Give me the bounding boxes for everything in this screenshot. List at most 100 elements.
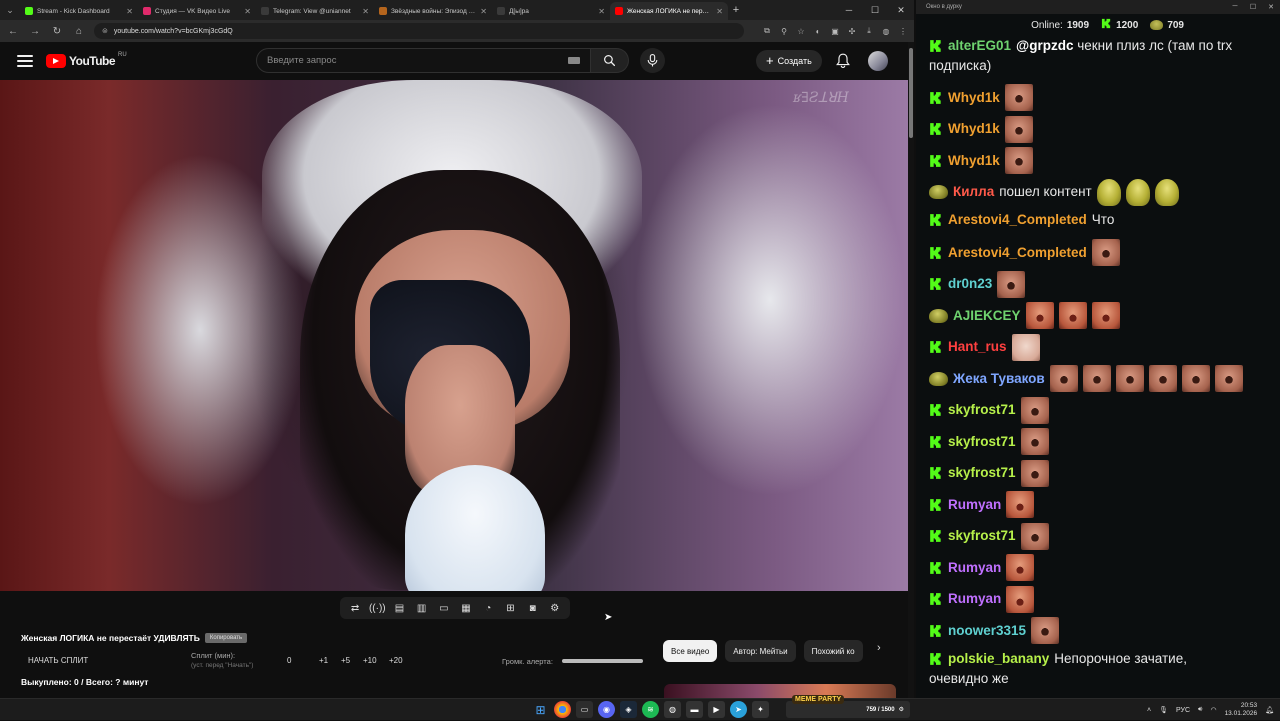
speed-icon[interactable]: ◔ — [481, 601, 495, 615]
notification-bell-icon[interactable]: 🔔︎ — [1265, 706, 1274, 714]
steam-app-icon[interactable]: ◈ — [620, 701, 637, 718]
clapperboard-icon[interactable]: ▥ — [415, 601, 429, 615]
chat-username[interactable]: Arestovi4_Completed — [948, 210, 1087, 230]
tab-search-icon[interactable]: ⌄ — [0, 0, 20, 20]
add-frame-icon[interactable]: ⊞ — [503, 601, 517, 615]
youtube-logo[interactable]: YouTube RU — [46, 52, 127, 68]
split-add-10-button[interactable]: +10 — [363, 656, 377, 665]
browser-tab[interactable]: Д[ы]ра ✕ — [492, 2, 610, 20]
back-icon[interactable]: ← — [6, 24, 20, 38]
account-avatar[interactable] — [868, 51, 888, 71]
search-button[interactable] — [591, 48, 629, 73]
menu-dots-icon[interactable]: ⋮ — [898, 26, 908, 36]
site-info-icon[interactable]: ⊜ — [102, 27, 108, 35]
zoom-icon[interactable]: ⚲ — [779, 26, 789, 36]
settings-icon[interactable]: ⚙ — [899, 706, 904, 713]
split-add-5-button[interactable]: +5 — [341, 656, 350, 665]
tab-close-icon[interactable]: ✕ — [598, 7, 605, 16]
loop-icon[interactable]: ⇄ — [348, 601, 362, 615]
volume-icon[interactable]: 🔊︎ — [1198, 706, 1202, 714]
chat-username[interactable]: dr0n23 — [948, 274, 992, 294]
tab-close-icon[interactable]: ✕ — [362, 7, 369, 16]
search-input[interactable]: Введите запрос — [256, 48, 591, 73]
chat-username[interactable]: AJIEKCEY — [953, 306, 1021, 326]
create-button[interactable]: + Создать — [756, 50, 822, 72]
maximize-icon[interactable]: ☐ — [862, 0, 888, 20]
browser-tab[interactable]: Звёздные войны: Эпизод 5 – ✕ — [374, 2, 492, 20]
obs-app-icon[interactable]: ◍ — [664, 701, 681, 718]
forward-icon[interactable]: → — [28, 24, 42, 38]
meme-party-widget[interactable]: MEME PARTY 759 / 1500 ⚙ — [786, 695, 910, 718]
page-scrollbar[interactable] — [908, 42, 914, 698]
chat-username[interactable]: noower3315 — [948, 621, 1026, 641]
chat-mention[interactable]: @grpzdc — [1016, 38, 1073, 53]
url-field[interactable]: ⊜ youtube.com/watch?v=bcGKmj3cGdQ — [94, 23, 744, 39]
app-icon[interactable]: ▬ — [686, 701, 703, 718]
tab-close-icon[interactable]: ✕ — [480, 7, 487, 16]
chip-author[interactable]: Автор: Мейтьи — [725, 640, 796, 662]
menu-hamburger-icon[interactable] — [17, 55, 33, 67]
reload-icon[interactable]: ↻ — [50, 24, 64, 38]
watch-later-icon[interactable]: ▤ — [392, 601, 406, 615]
chat-username[interactable]: Whyd1k — [948, 119, 1000, 139]
theater-mode-icon[interactable]: ▦ — [459, 601, 473, 615]
browser-tab[interactable]: Студия — VK Видео Live ✕ — [138, 2, 256, 20]
chat-username[interactable]: alterEG01 — [948, 36, 1011, 56]
chat-minimize-icon[interactable]: ─ — [1226, 3, 1244, 11]
new-tab-button[interactable]: + — [728, 4, 744, 16]
chat-username[interactable]: Whyd1k — [948, 151, 1000, 171]
extension-icon[interactable]: ◐ — [813, 26, 823, 36]
scrollbar-thumb[interactable] — [909, 48, 913, 138]
notifications-button[interactable] — [834, 51, 852, 69]
picture-in-picture-icon[interactable]: ▭ — [437, 601, 451, 615]
wifi-icon[interactable]: ◠ — [1210, 706, 1216, 714]
discord-app-icon[interactable]: ◉ — [598, 701, 615, 718]
mic-tray-icon[interactable]: 🎙︎ — [1159, 706, 1168, 714]
alert-volume-slider[interactable] — [562, 659, 643, 663]
chat-username[interactable]: Arestovi4_Completed — [948, 243, 1087, 263]
chat-username[interactable]: Rumyan — [948, 495, 1001, 515]
chat-username[interactable]: skyfrost71 — [948, 463, 1016, 483]
chat-maximize-icon[interactable]: ☐ — [1244, 3, 1262, 11]
chips-next-chevron-icon[interactable]: › — [877, 642, 881, 654]
tab-close-icon[interactable]: ✕ — [716, 7, 723, 16]
browser-tab[interactable]: Telegram: View @uniannet ✕ — [256, 2, 374, 20]
chat-username[interactable]: polskie_banany — [948, 649, 1049, 669]
chat-username[interactable]: skyfrost71 — [948, 432, 1016, 452]
tray-chevron-icon[interactable]: ˄ — [1147, 707, 1151, 714]
screenshot-icon[interactable]: ◙ — [526, 601, 540, 615]
chrome-app-icon[interactable] — [554, 701, 571, 718]
related-video-thumbnail[interactable] — [664, 684, 896, 698]
browser-tab[interactable]: Женская ЛОГИКА не перест ✕ — [610, 2, 728, 20]
profile-icon[interactable]: ◍ — [881, 26, 891, 36]
chat-username[interactable]: skyfrost71 — [948, 400, 1016, 420]
chip-all-videos[interactable]: Все видео — [663, 640, 718, 662]
chat-username[interactable]: Whyd1k — [948, 88, 1000, 108]
settings-gear-icon[interactable]: ⚙ — [548, 601, 562, 615]
windows-start-icon[interactable]: ⊞ — [532, 701, 549, 718]
install-app-icon[interactable]: ⧉ — [762, 26, 772, 36]
split-add-1-button[interactable]: +1 — [319, 656, 328, 665]
start-split-button[interactable]: НАЧАТЬ СПЛИТ — [21, 652, 111, 669]
chat-username[interactable]: Rumyan — [948, 558, 1001, 578]
broadcast-icon[interactable]: ((·)) — [369, 601, 386, 615]
tab-close-icon[interactable]: ✕ — [244, 7, 251, 16]
chat-username[interactable]: Жека Туваков — [953, 369, 1045, 389]
tab-close-icon[interactable]: ✕ — [126, 7, 133, 16]
media-player-icon[interactable]: ▶ — [708, 701, 725, 718]
download-icon[interactable]: ⤓ — [864, 26, 874, 36]
clock[interactable]: 20:53 13.01.2026 — [1225, 702, 1258, 718]
telegram-app-icon[interactable]: ➤ — [730, 701, 747, 718]
close-icon[interactable]: ✕ — [888, 0, 914, 20]
video-player[interactable]: ʁ∃ƧꓕꓤH — [0, 80, 910, 591]
language-indicator[interactable]: РУС — [1176, 707, 1190, 714]
split-minutes-value[interactable]: 0 — [287, 656, 291, 665]
extension-badge-icon[interactable]: ▣ — [830, 26, 840, 36]
chip-similar[interactable]: Похожий ко — [803, 640, 863, 662]
bookmark-star-icon[interactable]: ☆ — [796, 26, 806, 36]
home-icon[interactable]: ⌂ — [72, 24, 86, 38]
keyboard-icon[interactable] — [568, 57, 580, 64]
spotify-app-icon[interactable]: ≋ — [642, 701, 659, 718]
split-add-20-button[interactable]: +20 — [389, 656, 403, 665]
app-icon-2[interactable]: ✦ — [752, 701, 769, 718]
